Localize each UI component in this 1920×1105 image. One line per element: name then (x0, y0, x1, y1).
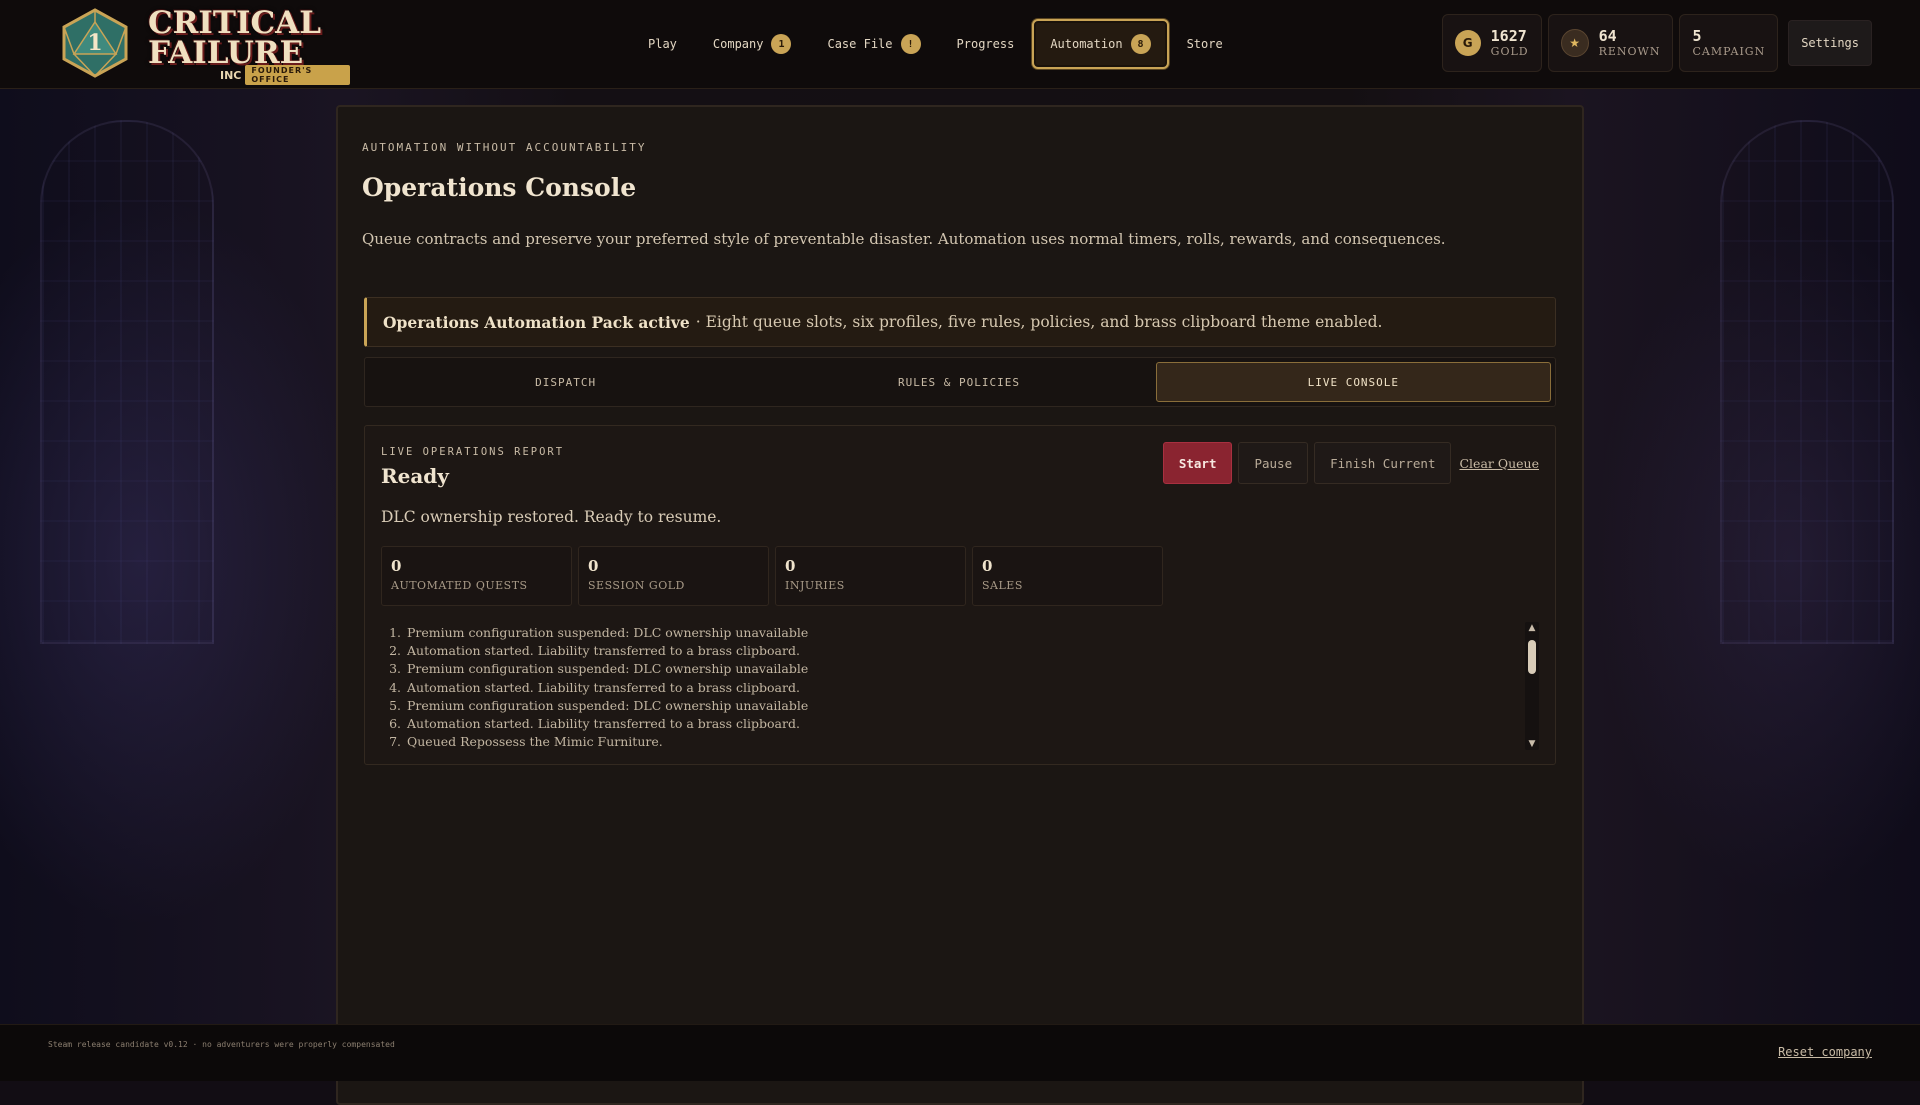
brand-title-line1: CRITICAL (148, 5, 322, 41)
campaign-value: 5 (1692, 27, 1702, 46)
metric-session-gold: 0 SESSION GOLD (578, 546, 769, 606)
reset-company-link[interactable]: Reset company (1778, 1045, 1872, 1059)
footer-version-note: Steam release candidate v0.12 · no adven… (48, 1040, 395, 1049)
clear-queue-link[interactable]: Clear Queue (1457, 456, 1541, 471)
tab-dispatch[interactable]: DISPATCH (369, 362, 762, 402)
brand-title-line2: FAILURE (148, 35, 304, 71)
star-icon: ★ (1560, 29, 1589, 57)
page-eyebrow: AUTOMATION WITHOUT ACCOUNTABILITY (362, 141, 647, 154)
report-eyebrow: LIVE OPERATIONS REPORT (381, 446, 565, 458)
nav-company[interactable]: Company 1 (695, 19, 810, 69)
gold-value: 1627 (1490, 27, 1527, 46)
metric-value: 0 (391, 557, 402, 575)
background-window-left (40, 120, 214, 644)
nav-store[interactable]: Store (1169, 19, 1241, 69)
page-description: Queue contracts and preserve your prefer… (362, 230, 1446, 248)
alert-badge: ! (900, 34, 921, 54)
session-metrics: 0 AUTOMATED QUESTS 0 SESSION GOLD 0 INJU… (381, 546, 1163, 606)
metric-label: AUTOMATED QUESTS (391, 579, 528, 592)
background-window-right (1720, 120, 1894, 644)
d20-number: 1 (87, 30, 102, 56)
stat-campaign: 5 CAMPAIGN (1679, 14, 1779, 72)
brand-subtitle: INC FOUNDER'S OFFICE (220, 65, 350, 85)
d20-icon: 1 (62, 8, 128, 78)
metric-automated-quests: 0 AUTOMATED QUESTS (381, 546, 572, 606)
nav-automation[interactable]: Automation 8 (1032, 19, 1169, 69)
metric-label: SALES (982, 579, 1023, 592)
log-list: Premium configuration suspended: DLC own… (381, 624, 1521, 751)
dlc-status-banner: Operations Automation Pack active · Eigh… (364, 297, 1556, 347)
nav-label: Company (712, 37, 764, 51)
scroll-down-icon[interactable]: ▼ (1525, 738, 1539, 750)
nav-progress[interactable]: Progress (939, 19, 1033, 69)
log-entry: Queued Repossess the Mimic Furniture. (405, 733, 1521, 751)
nav-label: Progress (956, 37, 1015, 51)
log-entry: Premium configuration suspended: DLC own… (405, 624, 1521, 642)
nav-label: Case File (827, 37, 893, 51)
page-title: Operations Console (362, 173, 637, 202)
main-nav: Play Company 1 Case File ! Progress Auto… (630, 16, 1241, 72)
report-controls: Start Pause Finish Current Clear Queue (1162, 442, 1541, 484)
nav-play[interactable]: Play (630, 19, 695, 69)
log-entry: Premium configuration suspended: DLC own… (405, 697, 1521, 715)
scroll-up-icon[interactable]: ▲ (1525, 622, 1539, 634)
tab-live-console[interactable]: LIVE CONSOLE (1155, 362, 1551, 402)
log-scrollbar[interactable]: ▲ ▼ (1525, 622, 1539, 750)
log-entry: Automation started. Liability transferre… (405, 679, 1521, 697)
report-message: DLC ownership restored. Ready to resume. (381, 508, 722, 526)
metric-sales: 0 SALES (972, 546, 1163, 606)
stat-renown: ★ 64 RENOWN (1547, 14, 1674, 72)
log-entry: Premium configuration suspended: DLC own… (405, 660, 1521, 678)
metric-value: 0 (982, 557, 993, 575)
nav-label: Store (1186, 37, 1223, 51)
banner-strong: Operations Automation Pack active (383, 312, 690, 332)
nav-label: Automation (1050, 37, 1123, 51)
pause-button[interactable]: Pause (1238, 442, 1309, 484)
metric-value: 0 (785, 557, 796, 575)
report-status: Ready (381, 464, 449, 488)
stat-gold: G 1627 GOLD (1441, 14, 1542, 72)
scroll-thumb[interactable] (1528, 640, 1536, 674)
metric-value: 0 (588, 557, 599, 575)
footer: Steam release candidate v0.12 · no adven… (0, 1024, 1920, 1081)
banner-text: · Eight queue slots, six profiles, five … (695, 313, 1383, 331)
live-operations-report: LIVE OPERATIONS REPORT Ready DLC ownersh… (364, 425, 1556, 765)
metric-injuries: 0 INJURIES (775, 546, 966, 606)
nav-case-file[interactable]: Case File ! (809, 19, 938, 69)
brand-title: CRITICAL FAILURE (148, 5, 322, 71)
settings-button[interactable]: Settings (1788, 20, 1872, 66)
brand-inc: INC (220, 68, 242, 82)
tab-rules-policies[interactable]: RULES & POLICIES (762, 362, 1155, 402)
notification-badge: 8 (1130, 34, 1151, 54)
renown-label: RENOWN (1598, 45, 1661, 59)
metric-label: SESSION GOLD (588, 579, 685, 592)
log-entry: Automation started. Liability transferre… (405, 715, 1521, 733)
campaign-label: CAMPAIGN (1692, 45, 1766, 59)
notification-badge: 1 (771, 34, 792, 54)
nav-label: Play (648, 37, 677, 51)
brand-logo[interactable]: 1 CRITICAL FAILURE INC FOUNDER'S OFFICE (60, 5, 350, 85)
start-button[interactable]: Start (1162, 442, 1233, 484)
resource-stats: G 1627 GOLD ★ 64 RENOWN 5 CAMPAIGN Setti… (1441, 14, 1872, 72)
activity-log[interactable]: Premium configuration suspended: DLC own… (381, 624, 1521, 754)
operations-panel: AUTOMATION WITHOUT ACCOUNTABILITY Operat… (336, 105, 1584, 1105)
metric-label: INJURIES (785, 579, 845, 592)
gold-coin-icon: G (1454, 30, 1481, 56)
gold-label: GOLD (1490, 45, 1529, 59)
renown-value: 64 (1598, 27, 1617, 46)
finish-current-button[interactable]: Finish Current (1314, 442, 1452, 484)
top-bar: 1 CRITICAL FAILURE INC FOUNDER'S OFFICE … (0, 0, 1920, 89)
brand-office-tag: FOUNDER'S OFFICE (245, 65, 350, 85)
console-tabs: DISPATCH RULES & POLICIES LIVE CONSOLE (364, 357, 1556, 407)
log-entry: Automation started. Liability transferre… (405, 642, 1521, 660)
